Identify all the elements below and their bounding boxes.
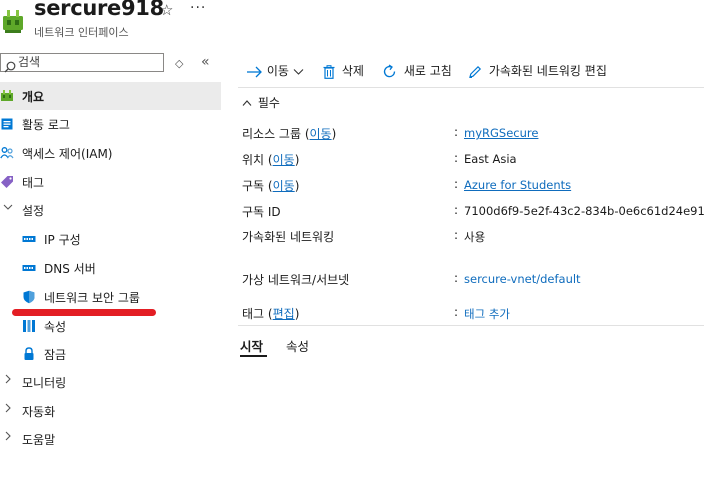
chevron-right-icon <box>3 430 13 444</box>
sidebar-item-label: DNS 서버 <box>44 262 96 276</box>
sidebar-item-dns-servers[interactable]: DNS 서버 <box>0 254 221 282</box>
shield-icon <box>22 290 36 304</box>
resource-group-move-link[interactable]: 이동 <box>310 127 332 141</box>
activity-log-icon <box>0 117 14 131</box>
prop-label-vnet-subnet: 가상 네트워크/서브넷 <box>242 273 350 287</box>
sidebar-item-label: 설정 <box>22 204 45 218</box>
prop-label-tags: 태그 (편집) <box>242 307 300 321</box>
tab-get-started[interactable]: 시작 <box>240 336 263 355</box>
chevron-down-icon <box>293 64 304 78</box>
search-input[interactable] <box>18 54 158 70</box>
sidebar-item-overview[interactable]: 개요 <box>0 82 221 110</box>
essentials-toggle[interactable]: 필수 <box>242 94 280 111</box>
delete-button[interactable]: 삭제 <box>323 62 364 79</box>
refresh-button[interactable]: 새로 고침 <box>382 62 452 79</box>
sidebar-item-monitoring[interactable]: 모니터링 <box>0 368 221 396</box>
sidebar-item-iam[interactable]: 액세스 제어(IAM) <box>0 139 221 167</box>
collapse-sidebar-icon[interactable]: « <box>201 54 210 70</box>
sidebar-item-label: 속성 <box>44 320 67 334</box>
prop-value-accelerated-networking: 사용 <box>464 230 486 244</box>
colon: : <box>454 305 459 319</box>
chevron-down-icon <box>3 201 13 215</box>
divider <box>238 87 704 88</box>
colon: : <box>454 228 459 242</box>
prop-value-tags[interactable]: 태그 추가 <box>464 306 510 322</box>
sidebar-item-label: 자동화 <box>22 405 56 419</box>
sidebar-item-network-security-group[interactable]: 네트워크 보안 그룹 <box>0 283 221 311</box>
colon: : <box>454 177 459 191</box>
trash-icon <box>323 64 335 79</box>
arrow-right-icon <box>246 64 263 78</box>
filter-icon[interactable]: ◇ <box>175 57 183 70</box>
ip-config-icon <box>22 232 36 246</box>
sidebar-item-ip-config[interactable]: IP 구성 <box>0 225 221 253</box>
prop-value-location: East Asia <box>464 152 517 166</box>
edit-accelerated-networking-button[interactable]: 가속화된 네트워킹 편집 <box>468 62 607 79</box>
active-tab-indicator <box>240 355 267 357</box>
divider <box>238 325 704 326</box>
search-icon <box>4 58 16 73</box>
subscription-move-link[interactable]: 이동 <box>273 179 295 193</box>
sidebar-item-help[interactable]: 도움말 <box>0 425 221 453</box>
tag-icon <box>0 175 14 189</box>
sidebar-item-label: 개요 <box>22 90 45 104</box>
more-options-icon[interactable]: ··· <box>190 0 206 16</box>
sidebar-item-label: 도움말 <box>22 433 56 447</box>
prop-label-location: 위치 (이동) <box>242 153 300 167</box>
prop-value-subscription-id: 7100d6f9-5e2f-43c2-834b-0e6c61d24e91 <box>464 204 704 218</box>
pencil-icon <box>468 64 482 78</box>
prop-label-subscription-id: 구독 ID <box>242 205 281 219</box>
network-interface-icon <box>1 7 25 35</box>
sidebar-item-label: 모니터링 <box>22 376 67 390</box>
prop-label-accelerated-networking: 가속화된 네트워킹 <box>242 230 335 244</box>
sidebar-item-settings[interactable]: 설정 <box>0 196 221 224</box>
sidebar-item-label: 네트워크 보안 그룹 <box>44 291 140 305</box>
delete-button-label: 삭제 <box>341 64 364 78</box>
sidebar-item-locks[interactable]: 잠금 <box>0 340 221 368</box>
prop-label-resource-group: 리소스 그룹 (이동) <box>242 127 337 141</box>
sidebar-item-label: IP 구성 <box>44 233 81 247</box>
location-move-link[interactable]: 이동 <box>273 153 295 167</box>
network-interface-icon <box>0 89 14 103</box>
sidebar-item-label: 태그 <box>22 176 45 190</box>
move-button-label: 이동 <box>266 64 289 78</box>
prop-value-subscription[interactable]: Azure for Students <box>464 178 571 192</box>
colon: : <box>454 151 459 165</box>
page-title: sercure918 <box>34 0 164 20</box>
prop-value-vnet-subnet[interactable]: sercure-vnet/default <box>464 272 581 286</box>
edit-accel-button-label: 가속화된 네트워킹 편집 <box>488 64 607 78</box>
resource-type-subtitle: 네트워크 인터페이스 <box>34 26 129 39</box>
tab-properties[interactable]: 속성 <box>286 336 309 355</box>
refresh-button-label: 새로 고침 <box>403 64 452 78</box>
sidebar-item-label: 액세스 제어(IAM) <box>22 147 113 161</box>
sidebar-item-activity-log[interactable]: 활동 로그 <box>0 110 221 138</box>
sidebar-item-automation[interactable]: 자동화 <box>0 397 221 425</box>
sidebar-item-label: 잠금 <box>44 348 67 362</box>
colon: : <box>454 125 459 139</box>
prop-value-resource-group[interactable]: myRGSecure <box>464 126 538 140</box>
move-button[interactable]: 이동 <box>246 62 304 79</box>
refresh-icon <box>382 64 397 78</box>
red-annotation-underline <box>12 309 156 316</box>
favorite-star-icon[interactable]: ☆ <box>160 1 173 19</box>
colon: : <box>454 271 459 285</box>
iam-people-icon <box>0 146 14 160</box>
sidebar-item-properties[interactable]: 속성 <box>0 312 221 340</box>
sidebar-item-tags[interactable]: 태그 <box>0 168 221 196</box>
colon: : <box>454 203 459 217</box>
essentials-label: 필수 <box>257 96 280 110</box>
tags-edit-link[interactable]: 편집 <box>273 307 295 321</box>
dns-server-icon <box>22 261 36 275</box>
lock-icon <box>22 347 36 361</box>
chevron-right-icon <box>3 402 13 416</box>
properties-icon <box>22 319 36 333</box>
chevron-up-icon <box>242 96 252 110</box>
sidebar-item-label: 활동 로그 <box>22 118 70 132</box>
prop-label-subscription: 구독 (이동) <box>242 179 300 193</box>
chevron-right-icon <box>3 373 13 387</box>
